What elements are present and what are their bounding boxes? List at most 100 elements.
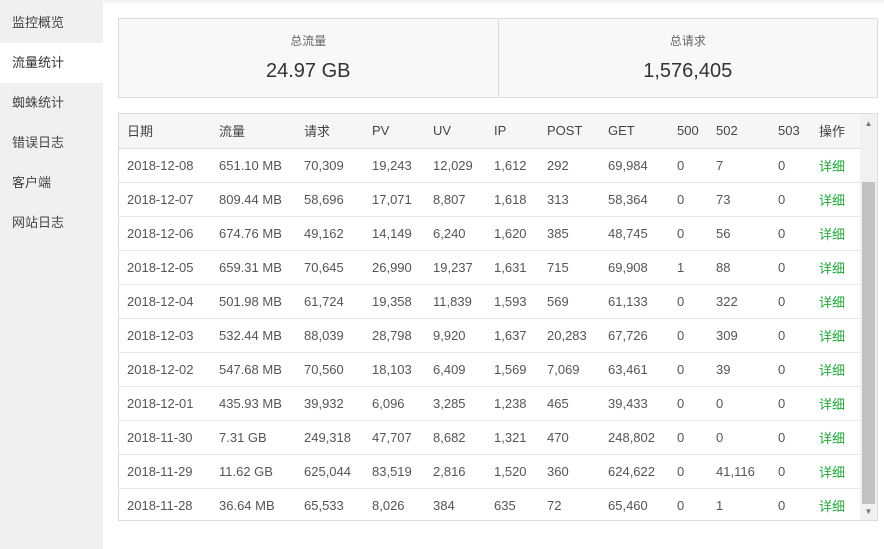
- table-cell: 6,240: [425, 216, 486, 251]
- table-cell: 0: [669, 182, 708, 217]
- details-link[interactable]: 详细: [811, 454, 861, 489]
- details-link[interactable]: 详细: [811, 182, 861, 217]
- table-cell: 547.68 MB: [211, 352, 296, 387]
- sidebar-item-monitor-overview[interactable]: 监控概览: [0, 3, 103, 43]
- table-cell: 70,560: [296, 352, 364, 387]
- table-cell: 2018-12-02: [119, 352, 211, 387]
- traffic-table-container: 日期 流量 请求 PV UV IP POST GET 500 502 503 操作 2018-12-0…: [118, 113, 878, 521]
- details-link[interactable]: 详细: [811, 488, 861, 520]
- sidebar-item-error-log[interactable]: 错误日志: [0, 123, 103, 163]
- table-cell: 624,622: [600, 454, 669, 489]
- table-cell: 0: [669, 352, 708, 387]
- sidebar-item-site-log[interactable]: 网站日志: [0, 203, 103, 243]
- table-cell: 28,798: [364, 318, 425, 353]
- details-link[interactable]: 详细: [811, 420, 861, 455]
- details-link[interactable]: 详细: [811, 318, 861, 353]
- table-cell: 0: [770, 148, 811, 183]
- table-cell: 61,724: [296, 284, 364, 319]
- sidebar-item-traffic-stats[interactable]: 流量统计: [0, 43, 103, 83]
- table-cell: 2018-12-04: [119, 284, 211, 319]
- table-cell: 2018-12-08: [119, 148, 211, 183]
- table-cell: 2018-12-05: [119, 250, 211, 285]
- table-cell: 83,519: [364, 454, 425, 489]
- scroll-up-icon[interactable]: ▲: [860, 116, 877, 132]
- scroll-thumb[interactable]: [862, 182, 875, 504]
- details-link[interactable]: 详细: [811, 148, 861, 183]
- table-cell: 0: [770, 352, 811, 387]
- table-cell: 11.62 GB: [211, 454, 296, 489]
- table-cell: 501.98 MB: [211, 284, 296, 319]
- table-cell: 73: [708, 182, 770, 217]
- table-cell: 0: [669, 216, 708, 251]
- column-header: 流量: [211, 114, 296, 149]
- sidebar-item-spider-stats[interactable]: 蜘蛛统计: [0, 83, 103, 123]
- table-cell: 0: [708, 386, 770, 421]
- details-link[interactable]: 详细: [811, 352, 861, 387]
- table-cell: 88,039: [296, 318, 364, 353]
- table-cell: 322: [708, 284, 770, 319]
- table-cell: 465: [539, 386, 600, 421]
- table-cell: 2018-12-03: [119, 318, 211, 353]
- table-cell: 6,096: [364, 386, 425, 421]
- table-cell: 12,029: [425, 148, 486, 183]
- table-cell: 47,707: [364, 420, 425, 455]
- traffic-table: 日期 流量 请求 PV UV IP POST GET 500 502 503 操作 2018-12-0…: [119, 114, 861, 520]
- top-divider: [103, 0, 884, 3]
- table-cell: 20,283: [539, 318, 600, 353]
- table-cell: 0: [669, 386, 708, 421]
- table-cell: 0: [669, 454, 708, 489]
- table-cell: 88: [708, 250, 770, 285]
- table-scrollbar[interactable]: ▲ ▼: [860, 114, 877, 520]
- table-cell: 18,103: [364, 352, 425, 387]
- table-cell: 61,133: [600, 284, 669, 319]
- column-header: GET: [600, 114, 669, 149]
- details-link[interactable]: 详细: [811, 284, 861, 319]
- table-cell: 625,044: [296, 454, 364, 489]
- column-header: IP: [486, 114, 539, 149]
- details-link[interactable]: 详细: [811, 250, 861, 285]
- table-cell: 635: [494, 497, 516, 513]
- table-cell: 7: [708, 148, 770, 183]
- column-header: 操作: [811, 114, 861, 149]
- table-cell: 58,696: [296, 182, 364, 217]
- table-cell: 39,932: [296, 386, 364, 421]
- table-cell: 1,520: [486, 454, 539, 489]
- table-cell: 248,802: [600, 420, 669, 455]
- total-requests-value: 1,576,405: [643, 60, 733, 82]
- column-header: 日期: [119, 114, 211, 149]
- scroll-down-icon[interactable]: ▼: [860, 504, 877, 520]
- table-cell: 0: [677, 497, 685, 513]
- column-header: 500: [669, 114, 708, 149]
- table-cell: 0: [778, 497, 786, 513]
- total-requests-card: 总请求 1,576,405: [497, 19, 877, 97]
- table-cell: 2018-11-28: [127, 497, 193, 513]
- table-cell: 1,618: [486, 182, 539, 217]
- table-cell: 1: [716, 497, 724, 513]
- details-link[interactable]: 详细: [811, 386, 861, 421]
- details-link[interactable]: 详细: [811, 216, 861, 251]
- table-cell: 1,620: [486, 216, 539, 251]
- column-header: 请求: [296, 114, 364, 149]
- table-row: 2018-12-05 659.31 MB 70,645 26,990 19,237 1,6…: [119, 250, 861, 285]
- table-cell: 385: [539, 216, 600, 251]
- column-header: 502: [708, 114, 770, 149]
- table-cell: 0: [669, 284, 708, 319]
- table-cell: 1,612: [486, 148, 539, 183]
- table-cell: 532.44 MB: [211, 318, 296, 353]
- table-cell: 69,908: [600, 250, 669, 285]
- table-cell: 0: [669, 318, 708, 353]
- table-cell: 48,745: [600, 216, 669, 251]
- table-cell: 39,433: [600, 386, 669, 421]
- table-cell: 11,839: [425, 284, 486, 319]
- table-cell: 9,920: [425, 318, 486, 353]
- sidebar-item-client[interactable]: 客户端: [0, 163, 103, 203]
- table-cell: 470: [539, 420, 600, 455]
- table-cell: 1,238: [486, 386, 539, 421]
- table-row: 2018-12-06 674.76 MB 49,162 14,149 6,240 1,62…: [119, 216, 861, 251]
- table-cell: 2018-12-07: [119, 182, 211, 217]
- column-header: PV: [364, 114, 425, 149]
- table-cell: 39: [708, 352, 770, 387]
- table-cell: 1,593: [486, 284, 539, 319]
- table-cell: 659.31 MB: [211, 250, 296, 285]
- table-row: 2018-12-02 547.68 MB 70,560 18,103 6,409 1,56…: [119, 352, 861, 387]
